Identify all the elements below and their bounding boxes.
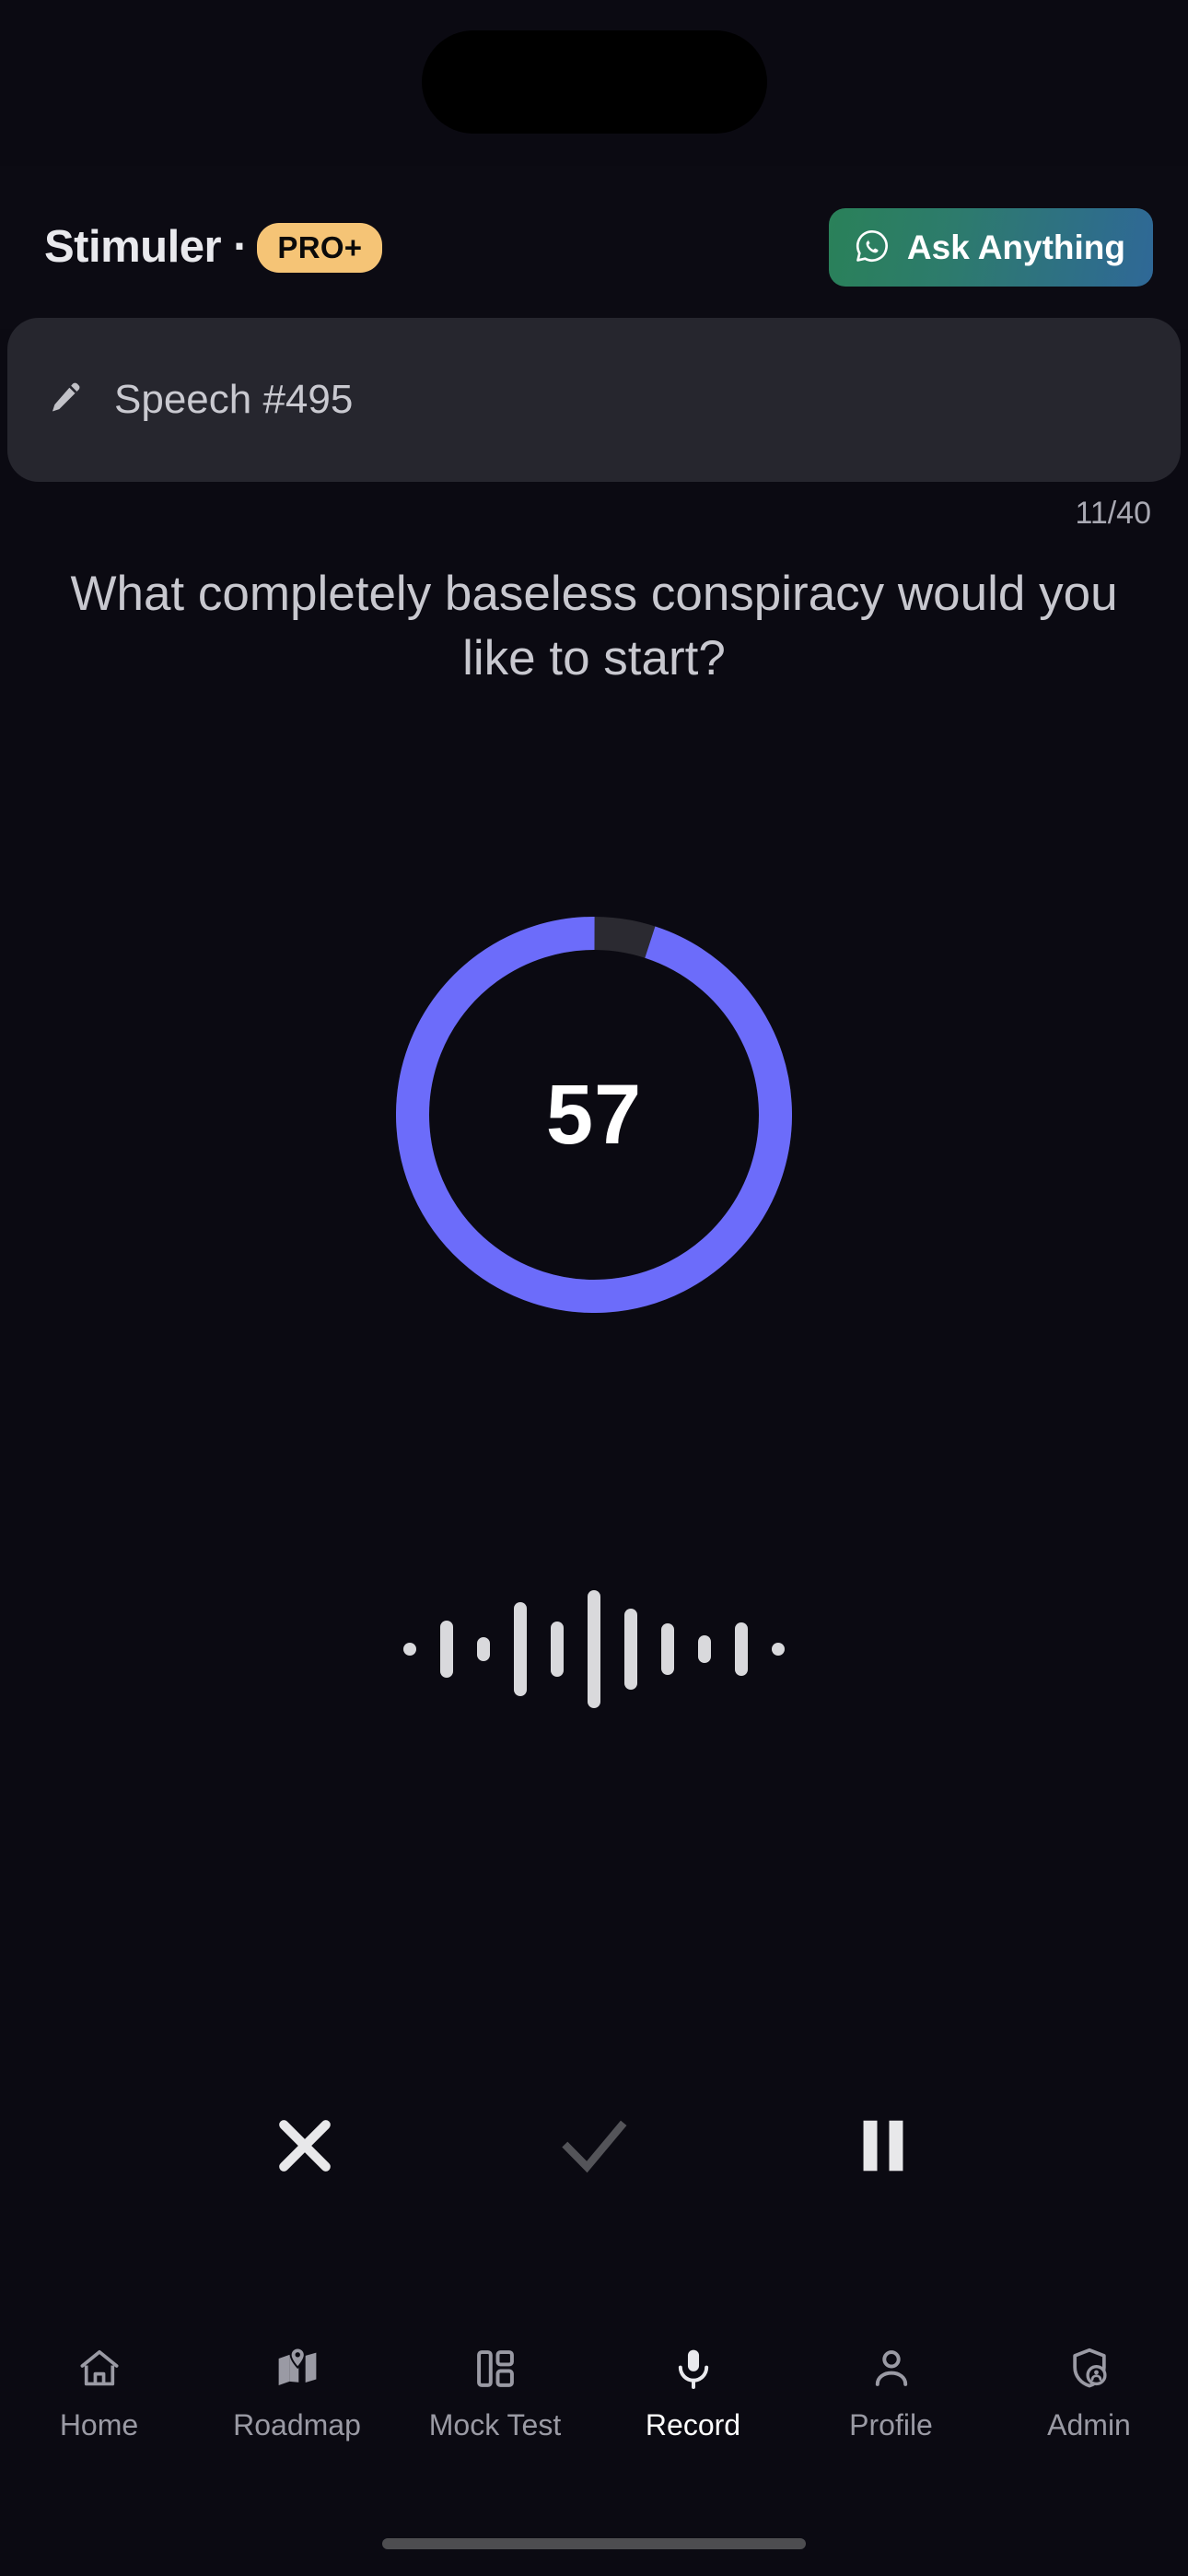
nav-label-record: Record xyxy=(645,2408,741,2441)
waveform-bar xyxy=(440,1621,453,1678)
submit-recording-button[interactable] xyxy=(502,2068,686,2225)
dashboard-icon xyxy=(472,2342,518,2395)
check-icon xyxy=(552,2103,636,2191)
cancel-recording-button[interactable] xyxy=(213,2068,397,2225)
pro-plus-badge[interactable]: PRO+ xyxy=(257,222,383,273)
waveform-bar xyxy=(624,1609,637,1690)
speech-title-label: Speech #495 xyxy=(114,377,354,422)
nav-item-mock-test[interactable]: Mock Test xyxy=(396,2342,594,2440)
nav-item-profile[interactable]: Profile xyxy=(792,2342,990,2440)
shield-user-icon xyxy=(1066,2342,1112,2395)
nav-item-record[interactable]: Record xyxy=(594,2342,792,2440)
ask-anything-label: Ask Anything xyxy=(906,228,1125,266)
nav-item-home[interactable]: Home xyxy=(0,2342,198,2440)
pencil-edit-icon xyxy=(44,378,85,423)
speech-title-card[interactable]: Speech #495 xyxy=(7,318,1181,482)
dynamic-island xyxy=(422,30,767,134)
question-prompt-text: What completely baseless conspiracy woul… xyxy=(70,567,1118,685)
home-indicator xyxy=(382,2538,806,2549)
audio-waveform xyxy=(0,1585,1188,1714)
question-counter: 11/40 xyxy=(1075,496,1151,531)
app-title: Stimuler xyxy=(44,222,222,272)
home-icon xyxy=(76,2342,123,2395)
waveform-bar xyxy=(588,1590,600,1708)
waveform-bar xyxy=(551,1622,564,1677)
recording-controls xyxy=(0,2068,1188,2225)
microphone-icon xyxy=(670,2342,716,2395)
nav-label-home: Home xyxy=(59,2408,139,2441)
waveform-bar xyxy=(514,1602,527,1696)
ask-anything-button[interactable]: Ask Anything xyxy=(828,208,1153,287)
app-header-bar: Stimuler · PRO+ Ask Anything xyxy=(0,166,1188,329)
waveform-bar xyxy=(735,1622,748,1676)
whatsapp-icon xyxy=(854,228,891,267)
nav-label-roadmap: Roadmap xyxy=(233,2408,361,2441)
countdown-timer-ring: 57 xyxy=(396,917,792,1313)
nav-label-profile: Profile xyxy=(849,2408,933,2441)
nav-label-mock-test: Mock Test xyxy=(428,2408,562,2441)
waveform-bar xyxy=(698,1635,711,1663)
nav-label-admin: Admin xyxy=(1047,2408,1131,2441)
app-screen: Stimuler · PRO+ Ask Anything Speech #495… xyxy=(0,0,1188,2576)
person-icon xyxy=(868,2342,914,2395)
waveform-bar xyxy=(403,1643,416,1656)
close-x-icon xyxy=(266,2107,344,2187)
nav-item-admin[interactable]: Admin xyxy=(990,2342,1188,2440)
waveform-bar xyxy=(661,1623,674,1675)
status-bar xyxy=(0,0,1188,166)
pause-recording-button[interactable] xyxy=(791,2068,975,2225)
timer-seconds-value: 57 xyxy=(545,1067,643,1162)
waveform-bar xyxy=(477,1637,490,1661)
waveform-bar xyxy=(772,1643,785,1656)
brand-lockup: Stimuler · PRO+ xyxy=(44,222,383,273)
pause-icon xyxy=(847,2110,919,2184)
nav-item-roadmap[interactable]: Roadmap xyxy=(198,2342,396,2440)
brand-separator: · xyxy=(233,222,249,272)
map-pin-icon xyxy=(274,2342,321,2395)
